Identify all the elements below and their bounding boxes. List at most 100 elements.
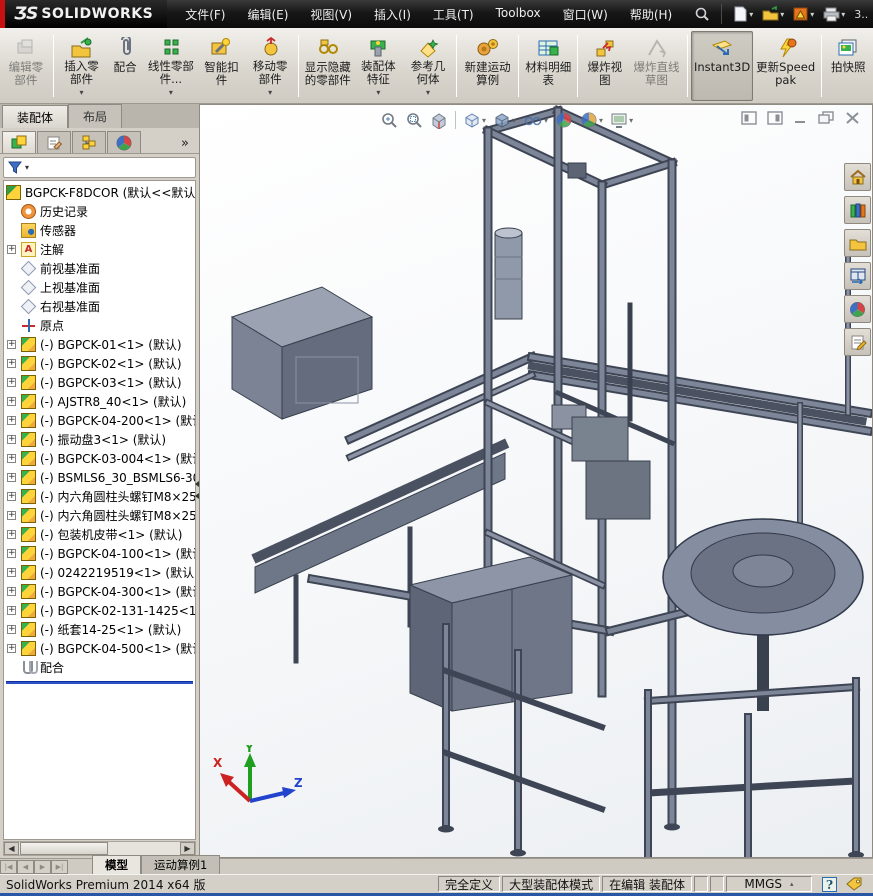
next-tab-button[interactable]: ▶ [34, 860, 51, 874]
tree-item-component[interactable]: +(-) 纸套14-25<1> (默认) [4, 620, 195, 639]
expand-icon[interactable]: + [7, 625, 16, 634]
expand-icon[interactable]: + [7, 530, 16, 539]
feature-manager-tab[interactable] [2, 131, 36, 153]
rollback-bar[interactable] [6, 681, 193, 684]
expand-icon[interactable]: + [7, 340, 16, 349]
tree-item-right-plane[interactable]: 右视基准面 [4, 297, 195, 316]
open-document-button[interactable]: ▾ [760, 4, 786, 24]
tree-root[interactable]: BGPCK-F8DCOR (默认<<默认>_ [4, 183, 195, 202]
update-speedpak-button[interactable]: 更新Speedpak [753, 31, 819, 101]
expand-icon[interactable]: + [7, 568, 16, 577]
expand-icon[interactable]: + [7, 587, 16, 596]
tree-item-annotations[interactable]: +A注解 [4, 240, 195, 259]
last-tab-button[interactable]: ▶| [51, 860, 68, 874]
quick-tips-help-icon[interactable]: ? [822, 877, 837, 892]
search-icon[interactable] [692, 4, 712, 24]
doc-minimize-button[interactable] [793, 111, 808, 125]
expand-icon[interactable]: + [7, 511, 16, 520]
new-document-button[interactable]: ▾ [731, 4, 755, 24]
tree-item-front-plane[interactable]: 前视基准面 [4, 259, 195, 278]
tree-item-component[interactable]: +(-) BSMLS6_30_BSMLS6-30<1> [4, 468, 195, 487]
tab-assembly[interactable]: 装配体 [2, 105, 68, 129]
expand-icon[interactable]: + [7, 416, 16, 425]
linear-component-pattern-button[interactable]: 线性零部件... ▾ [144, 31, 198, 101]
tree-item-component[interactable]: +(-) BGPCK-04-200<1> (默认) [4, 411, 195, 430]
tree-item-history[interactable]: 历史记录 [4, 202, 195, 221]
panel-splitter[interactable] [194, 468, 200, 512]
expand-icon[interactable]: + [7, 492, 16, 501]
expand-icon[interactable]: + [7, 435, 16, 444]
new-motion-study-button[interactable]: 新建运动算例 [460, 31, 516, 101]
scroll-right-arrow[interactable]: ▶ [180, 842, 195, 855]
bill-of-materials-button[interactable]: 材料明细表 [522, 31, 574, 101]
pane-left-button[interactable] [741, 111, 757, 125]
view-orientation-icon[interactable]: ▾ [461, 109, 488, 131]
pane-right-button[interactable] [767, 111, 783, 125]
tree-item-mates[interactable]: 配合 [4, 658, 195, 677]
smart-fasteners-button[interactable]: 智能扣件 [198, 31, 246, 101]
take-snapshot-button[interactable]: 拍快照 [825, 31, 871, 101]
view-settings-icon[interactable]: ▾ [608, 109, 635, 131]
tab-model[interactable]: 模型 [92, 855, 141, 874]
mate-button[interactable]: 配合 [106, 31, 144, 101]
filter-dropdown-arrow[interactable]: ▾ [25, 163, 29, 172]
tree-item-component[interactable]: +(-) 0242219519<1> (默认) [4, 563, 195, 582]
configuration-manager-tab[interactable] [72, 131, 106, 153]
file-explorer-icon[interactable] [844, 229, 871, 257]
menu-window[interactable]: 窗口(W) [553, 2, 618, 27]
appearances-icon[interactable] [844, 295, 871, 323]
toolbar-overflow-label[interactable]: 3.. [854, 8, 868, 21]
tree-item-component[interactable]: +(-) BGPCK-02-131-1425<1> (默 [4, 601, 195, 620]
tree-item-component[interactable]: +(-) BGPCK-04-500<1> (默认) [4, 639, 195, 658]
units-selector[interactable]: MMGS ▴ [726, 876, 812, 892]
expand-icon[interactable]: + [7, 397, 16, 406]
view-palette-icon[interactable] [844, 262, 871, 290]
tree-item-component[interactable]: +(-) 振动盘3<1> (默认) [4, 430, 195, 449]
section-view-icon[interactable] [428, 109, 450, 131]
expand-icon[interactable]: + [7, 606, 16, 615]
publish-edrawings-button[interactable]: ▾ [791, 4, 816, 24]
doc-restore-button[interactable] [818, 111, 835, 125]
expand-icon[interactable]: + [7, 473, 16, 482]
tree-item-component[interactable]: +(-) 内六角圆柱头螺钉M8×25[ [4, 506, 195, 525]
expand-icon[interactable]: + [7, 454, 16, 463]
tree-item-top-plane[interactable]: 上视基准面 [4, 278, 195, 297]
property-manager-tab[interactable] [37, 131, 71, 153]
menu-view[interactable]: 视图(V) [300, 2, 362, 27]
display-manager-tab[interactable] [107, 131, 141, 153]
display-style-icon[interactable]: ▾ [491, 109, 518, 131]
insert-component-button[interactable]: 插入零部件 ▾ [57, 31, 107, 101]
tree-item-component[interactable]: +(-) BGPCK-01<1> (默认) [4, 335, 195, 354]
menu-tools[interactable]: 工具(T) [423, 2, 484, 27]
tree-item-component[interactable]: +(-) BGPCK-04-300<1> (默认) [4, 582, 195, 601]
tree-item-component[interactable]: +(-) AJSTR8_40<1> (默认) [4, 392, 195, 411]
tab-motion-study[interactable]: 运动算例1 [141, 855, 220, 874]
first-tab-button[interactable]: |◀ [0, 860, 17, 874]
tree-item-sensors[interactable]: 传感器 [4, 221, 195, 240]
design-library-icon[interactable] [844, 196, 871, 224]
tree-item-origin[interactable]: 原点 [4, 316, 195, 335]
expand-icon[interactable]: + [7, 549, 16, 558]
tag-icon[interactable] [845, 877, 863, 891]
menu-help[interactable]: 帮助(H) [620, 2, 682, 27]
zoom-to-area-icon[interactable] [403, 109, 425, 131]
zoom-to-fit-icon[interactable] [378, 109, 400, 131]
tree-item-component[interactable]: +(-) BGPCK-04-100<1> (默认) [4, 544, 195, 563]
tree-item-component[interactable]: +(-) 包装机皮带<1> (默认) [4, 525, 195, 544]
tree-item-component[interactable]: +(-) BGPCK-03<1> (默认) [4, 373, 195, 392]
expand-icon[interactable]: + [7, 378, 16, 387]
expand-icon[interactable]: + [7, 245, 16, 254]
apply-scene-icon[interactable]: ▾ [578, 109, 605, 131]
tree-item-component[interactable]: +(-) BGPCK-03-004<1> (默认) [4, 449, 195, 468]
home-icon[interactable] [844, 163, 871, 191]
tab-layout[interactable]: 布局 [68, 104, 122, 128]
graphics-viewport[interactable]: ▾ ▾ ▾ ▾ ▾ [200, 104, 873, 858]
assembly-features-button[interactable]: 装配体特征 ▾ [354, 31, 404, 101]
show-hidden-components-button[interactable]: 显示隐藏的零部件 [302, 31, 354, 101]
instant3d-button[interactable]: Instant3D [691, 31, 753, 101]
hide-show-items-icon[interactable]: ▾ [521, 109, 550, 131]
menu-toolbox[interactable]: Toolbox [486, 2, 551, 27]
move-component-button[interactable]: 移动零部件 ▾ [245, 31, 295, 101]
exploded-view-button[interactable]: 爆炸视图 [581, 31, 629, 101]
tree-item-component[interactable]: +(-) 内六角圆柱头螺钉M8×25[ [4, 487, 195, 506]
